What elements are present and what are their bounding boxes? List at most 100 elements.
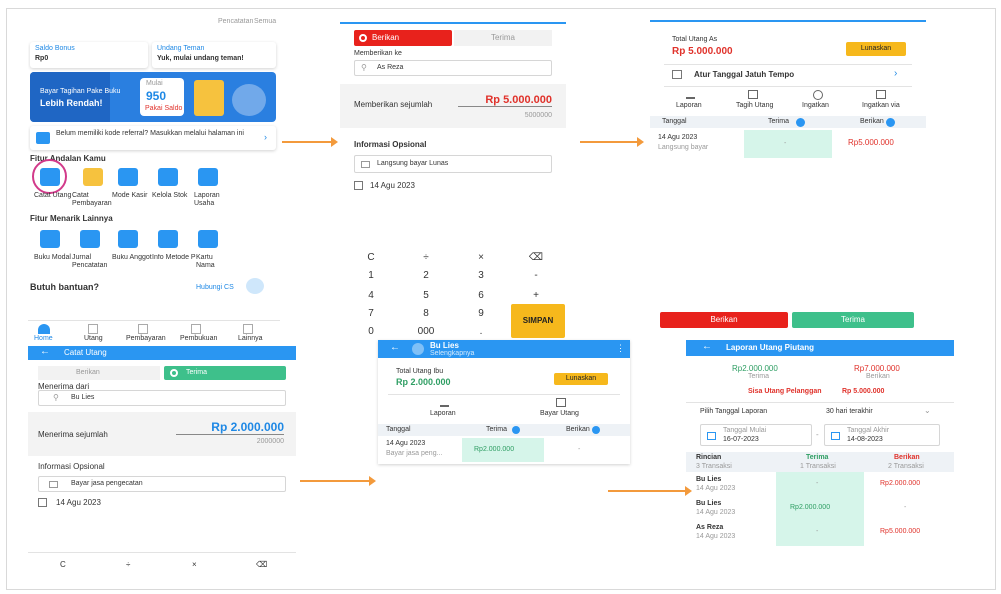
kartu-nama-icon[interactable] [198, 230, 218, 248]
amount-input[interactable]: Rp 5.000.000 [458, 94, 552, 107]
key-000[interactable]: 000 [401, 326, 451, 337]
feature-jurnal-pencatatan[interactable]: Jurnal Pencatatan [72, 254, 108, 270]
help-cs-link[interactable]: Hubungi CS [196, 284, 234, 291]
nav-pembukuan[interactable]: Pembukuan [180, 335, 217, 342]
end-date-input[interactable]: Tanggal Akhir 14-08-2023 [824, 424, 940, 446]
action-ingatkan[interactable]: Ingatkan [802, 102, 829, 109]
feature-buku-modal[interactable]: Buku Modal [34, 254, 71, 261]
lainnya-icon[interactable] [243, 324, 253, 334]
key-7[interactable]: 7 [346, 308, 396, 319]
utang-icon[interactable] [88, 324, 98, 334]
customer-input[interactable]: ⚲ As Reza [354, 60, 552, 76]
action-laporan[interactable]: Laporan [676, 102, 702, 109]
key-multiply[interactable]: × [192, 560, 197, 569]
key-plus[interactable]: + [511, 290, 561, 301]
kelola-stok-icon[interactable] [158, 168, 178, 186]
download-icon[interactable] [440, 398, 449, 407]
key-divide[interactable]: ÷ [401, 252, 451, 263]
tab-berikan[interactable]: Berikan [38, 366, 160, 380]
pembukuan-icon[interactable] [191, 324, 201, 334]
action-ingatkan-via[interactable]: Ingatkan via [862, 102, 900, 109]
key-backspace[interactable]: ⌫ [256, 560, 267, 569]
feature-catat-utang[interactable]: Catat Utang [34, 192, 71, 199]
bill-icon[interactable] [748, 90, 758, 99]
customer-input[interactable]: ⚲ Bu Lies [38, 390, 286, 406]
feature-info-metode[interactable]: Info Metode Pembayaran [152, 254, 196, 261]
feature-buku-anggota[interactable]: Buku Anggota [112, 254, 152, 261]
period-select[interactable]: 30 hari terakhir [826, 408, 873, 415]
back-arrow-icon[interactable]: ← [702, 341, 712, 352]
nav-utang[interactable]: Utang [84, 335, 103, 342]
row-terima[interactable]: Rp2.000.000 [474, 446, 514, 453]
key-8[interactable]: 8 [401, 308, 451, 319]
undang-teman-card[interactable]: Undang Teman Yuk, mulai undang teman! [152, 42, 276, 68]
chevron-right-icon[interactable]: › [894, 68, 897, 79]
key-9[interactable]: 9 [456, 308, 506, 319]
buku-anggota-icon[interactable] [118, 230, 138, 248]
key-divide[interactable]: ÷ [126, 560, 130, 569]
nav-home[interactable]: Home [34, 335, 53, 342]
date-value[interactable]: 14 Agu 2023 [370, 181, 415, 190]
referral-notice[interactable]: Belum memiliki kode referral? Masukkan m… [30, 126, 276, 150]
key-backspace[interactable]: ⌫ [511, 252, 561, 263]
back-arrow-icon[interactable]: ← [390, 342, 400, 353]
info-metode-icon[interactable] [158, 230, 178, 248]
berikan-button[interactable]: Berikan [660, 312, 788, 328]
feature-catat-pembayaran[interactable]: Catat Pembayaran [72, 192, 112, 208]
lunaskan-button[interactable]: Lunaskan [554, 373, 608, 385]
action-tagih-utang[interactable]: Tagih Utang [736, 102, 773, 109]
due-date-link[interactable]: Atur Tanggal Jatuh Tempo [694, 70, 794, 79]
note-input[interactable]: Langsung bayar Lunas [354, 155, 552, 173]
jurnal-pencatatan-icon[interactable] [80, 230, 100, 248]
amount-input[interactable]: Rp 2.000.000 [176, 420, 284, 435]
tab-berikan[interactable]: Berikan [354, 30, 452, 46]
key-6[interactable]: 6 [456, 290, 506, 301]
share-icon[interactable] [876, 90, 886, 99]
top-link-pencatatan[interactable]: Pencatatan [218, 18, 253, 25]
key-minus[interactable]: - [511, 270, 561, 281]
catat-utang-icon[interactable] [40, 168, 60, 186]
key-0[interactable]: 0 [346, 326, 396, 337]
key-2[interactable]: 2 [401, 270, 451, 281]
mode-kasir-icon[interactable] [118, 168, 138, 186]
nav-lainnya[interactable]: Lainnya [238, 335, 263, 342]
key-dot[interactable]: . [456, 326, 506, 337]
lunaskan-button[interactable]: Lunaskan [846, 42, 906, 56]
key-clear[interactable]: C [60, 560, 66, 569]
action-laporan[interactable]: Laporan [430, 410, 456, 417]
top-link-semua[interactable]: Semua [254, 18, 276, 25]
row1-name[interactable]: Bu Lies [696, 476, 721, 483]
key-1[interactable]: 1 [346, 270, 396, 281]
feature-mode-kasir[interactable]: Mode Kasir [112, 192, 147, 199]
laporan-usaha-icon[interactable] [198, 168, 218, 186]
wallet-icon[interactable] [556, 398, 566, 407]
date-value[interactable]: 14 Agu 2023 [56, 498, 101, 507]
saldo-bonus-card[interactable]: Saldo Bonus Rp0 [30, 42, 148, 68]
back-arrow-icon[interactable]: ← [40, 346, 50, 357]
note-input[interactable]: Bayar jasa pengecatan [38, 476, 286, 492]
whatsapp-icon[interactable] [813, 90, 823, 100]
feature-laporan-usaha[interactable]: Laporan Usaha [194, 192, 224, 208]
key-clear[interactable]: C [346, 252, 396, 263]
key-5[interactable]: 5 [401, 290, 451, 301]
start-date-input[interactable]: Tanggal Mulai 16-07-2023 [700, 424, 812, 446]
save-button[interactable]: SIMPAN [511, 304, 565, 338]
row2-name[interactable]: Bu Lies [696, 500, 721, 507]
terima-button[interactable]: Terima [792, 312, 914, 328]
key-4[interactable]: 4 [346, 290, 396, 301]
feature-kartu-nama[interactable]: Kartu Nama [196, 254, 224, 270]
tab-terima[interactable]: Terima [454, 30, 552, 46]
row3-name[interactable]: As Reza [696, 524, 723, 531]
chevron-down-icon[interactable]: ⌄ [924, 406, 931, 415]
catat-pembayaran-icon[interactable] [83, 168, 103, 186]
download-icon[interactable] [686, 90, 695, 99]
more-vertical-icon[interactable]: ⋮ [616, 343, 625, 354]
calendar-icon[interactable] [354, 181, 363, 190]
headset-icon[interactable] [246, 278, 264, 294]
nav-pembayaran[interactable]: Pembayaran [126, 335, 166, 342]
action-bayar-utang[interactable]: Bayar Utang [540, 410, 579, 417]
header-sub[interactable]: Selengkapnya [430, 350, 474, 357]
tab-terima[interactable]: Terima [164, 366, 286, 380]
row-berikan[interactable]: Rp5.000.000 [848, 138, 894, 147]
promo-banner[interactable]: Bayar Tagihan Pake Buku Lebih Rendah! Mu… [30, 72, 276, 122]
